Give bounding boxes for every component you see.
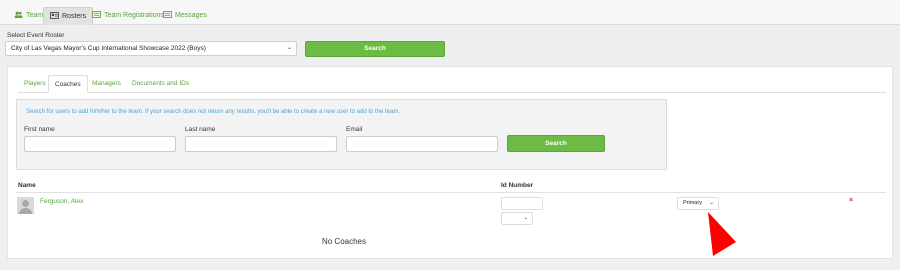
avatar [17, 197, 34, 214]
id-number-field[interactable] [501, 197, 543, 210]
roster-sub-tabs: Players Coaches Managers Documents and I… [18, 75, 886, 93]
avatar-body [19, 208, 32, 214]
empty-state-text: No Coaches [321, 237, 367, 246]
coach-role-select[interactable]: Primary ⌄ [677, 197, 719, 210]
coach-name-link[interactable]: Ferguson, Alex [40, 198, 83, 205]
tab-messages-label: Messages [175, 12, 207, 19]
tab-team-label: Team [26, 12, 44, 19]
coach-role-value: Primary [683, 200, 702, 206]
table-header-divider [16, 192, 886, 193]
annotation-arrow-icon [708, 212, 736, 256]
last-name-label: Last name [185, 126, 216, 133]
event-roster-select[interactable]: City of Las Vegas Mayor's Cup Internatio… [5, 41, 297, 56]
email-label: Email [346, 126, 363, 133]
roster-select-label: Select Event Roster [7, 32, 65, 39]
tab-coaches[interactable]: Coaches [48, 75, 88, 93]
list-icon [92, 11, 101, 18]
tab-rosters-label: Rosters [62, 13, 87, 20]
tab-documents-and-ids[interactable]: Documents and IDs [126, 75, 195, 93]
email-field[interactable] [346, 136, 498, 152]
last-name-field[interactable] [185, 136, 337, 152]
search-hint: Search for users to add him/her to the t… [26, 109, 401, 115]
event-roster-selected-value: City of Las Vegas Mayor's Cup Internatio… [11, 45, 206, 52]
chevron-down-icon: ⌄ [523, 215, 528, 221]
roster-card-icon [50, 12, 59, 19]
tab-managers[interactable]: Managers [86, 75, 127, 93]
chevron-down-icon: ⌄ [286, 45, 292, 51]
tab-team-registrations-label: Team Registrations [104, 12, 164, 19]
top-tab-bar: Team Rosters Team Registrations Messages [0, 0, 900, 25]
first-name-label: First name [24, 126, 55, 133]
coach-search-button[interactable]: Search [507, 135, 605, 152]
coach-search-form: Search for users to add him/her to the t… [16, 99, 667, 170]
tab-players[interactable]: Players [18, 75, 52, 93]
remove-coach-icon[interactable]: × [849, 197, 853, 204]
id-type-select[interactable]: ⌄ [501, 212, 533, 225]
message-list-icon [163, 11, 172, 18]
column-header-id-number: Id Number [501, 182, 534, 189]
column-header-name: Name [18, 182, 36, 189]
roster-panel: Players Coaches Managers Documents and I… [7, 66, 893, 259]
chevron-down-icon: ⌄ [709, 200, 714, 206]
first-name-field[interactable] [24, 136, 176, 152]
users-icon [14, 11, 23, 18]
tab-messages[interactable]: Messages [157, 7, 213, 25]
roster-search-button[interactable]: Search [305, 41, 445, 57]
avatar-head [22, 200, 29, 207]
